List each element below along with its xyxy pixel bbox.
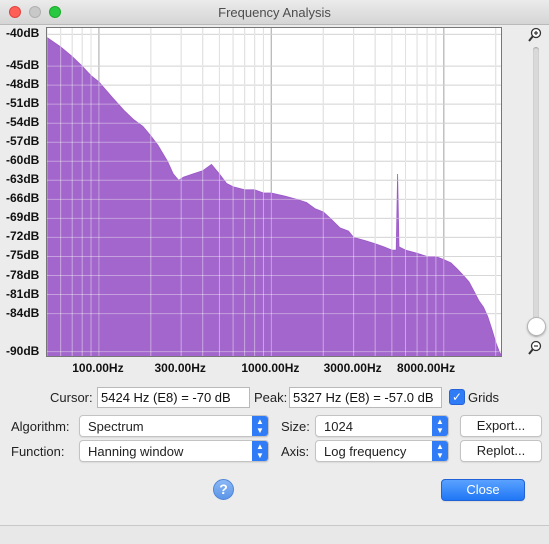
x-tick-label: 100.00Hz xyxy=(72,361,123,375)
zoom-out-icon[interactable] xyxy=(528,340,542,356)
chevron-updown-icon: ▲▼ xyxy=(432,416,448,436)
grids-checkbox[interactable]: ✓ xyxy=(449,389,465,405)
chevron-updown-icon: ▲▼ xyxy=(252,416,268,436)
replot-button[interactable]: Replot... xyxy=(460,440,542,462)
y-tick-label: -40dB xyxy=(6,26,44,40)
y-tick-label: -54dB xyxy=(6,115,44,129)
export-button[interactable]: Export... xyxy=(460,415,542,437)
y-tick-label: -66dB xyxy=(6,191,44,205)
y-tick-label: -78dB xyxy=(6,268,44,282)
axis-label: Axis: xyxy=(281,444,309,459)
y-tick-label: -72dB xyxy=(6,229,44,243)
peak-readout: 5327 Hz (E8) = -57.0 dB xyxy=(289,387,442,408)
status-bar xyxy=(0,525,549,544)
x-axis: 100.00Hz 300.00Hz 1000.00Hz 3000.00Hz 8000.0… xyxy=(46,359,502,377)
chevron-updown-icon: ▲▼ xyxy=(252,441,268,461)
y-tick-label: -81dB xyxy=(6,287,44,301)
algorithm-select[interactable]: Spectrum ▲▼ xyxy=(79,415,269,437)
close-button[interactable]: Close xyxy=(441,479,525,501)
axis-value: Log frequency xyxy=(324,444,406,459)
y-tick-label: -60dB xyxy=(6,153,44,167)
y-tick-label: -90dB xyxy=(6,344,44,358)
cursor-readout: 5424 Hz (E8) = -70 dB xyxy=(97,387,250,408)
y-tick-label: -51dB xyxy=(6,96,44,110)
y-tick-label: -63dB xyxy=(6,172,44,186)
cursor-label: Cursor: xyxy=(50,390,93,405)
grids-label: Grids xyxy=(468,390,499,405)
spectrum-svg xyxy=(47,28,502,357)
y-tick-label: -75dB xyxy=(6,248,44,262)
size-value: 1024 xyxy=(324,419,353,434)
help-icon[interactable]: ? xyxy=(213,479,234,500)
function-select[interactable]: Hanning window ▲▼ xyxy=(79,440,269,462)
x-tick-label: 3000.00Hz xyxy=(324,361,382,375)
algorithm-value: Spectrum xyxy=(88,419,144,434)
spectrum-plot[interactable] xyxy=(46,27,502,357)
slider-track[interactable] xyxy=(533,47,539,337)
size-label: Size: xyxy=(281,419,310,434)
function-label: Function: xyxy=(11,444,64,459)
algorithm-label: Algorithm: xyxy=(11,419,70,434)
peak-label: Peak: xyxy=(254,390,287,405)
x-tick-label: 300.00Hz xyxy=(154,361,205,375)
zoom-in-icon[interactable] xyxy=(528,27,542,43)
slider-knob[interactable] xyxy=(527,317,546,336)
x-tick-label: 1000.00Hz xyxy=(241,361,299,375)
y-tick-label: -45dB xyxy=(6,58,44,72)
size-select[interactable]: 1024 ▲▼ xyxy=(315,415,449,437)
y-axis: -40dB -45dB -48dB -51dB -54dB -57dB -60dB -63dB… xyxy=(0,24,46,359)
x-tick-label: 8000.00Hz xyxy=(397,361,455,375)
window-title: Frequency Analysis xyxy=(0,5,549,20)
title-bar: Frequency Analysis xyxy=(0,0,549,25)
y-tick-label: -48dB xyxy=(6,77,44,91)
chevron-updown-icon: ▲▼ xyxy=(432,441,448,461)
axis-select[interactable]: Log frequency ▲▼ xyxy=(315,440,449,462)
y-tick-label: -84dB xyxy=(6,306,44,320)
y-tick-label: -69dB xyxy=(6,210,44,224)
y-tick-label: -57dB xyxy=(6,134,44,148)
vertical-zoom-slider[interactable] xyxy=(526,27,546,357)
function-value: Hanning window xyxy=(88,444,183,459)
